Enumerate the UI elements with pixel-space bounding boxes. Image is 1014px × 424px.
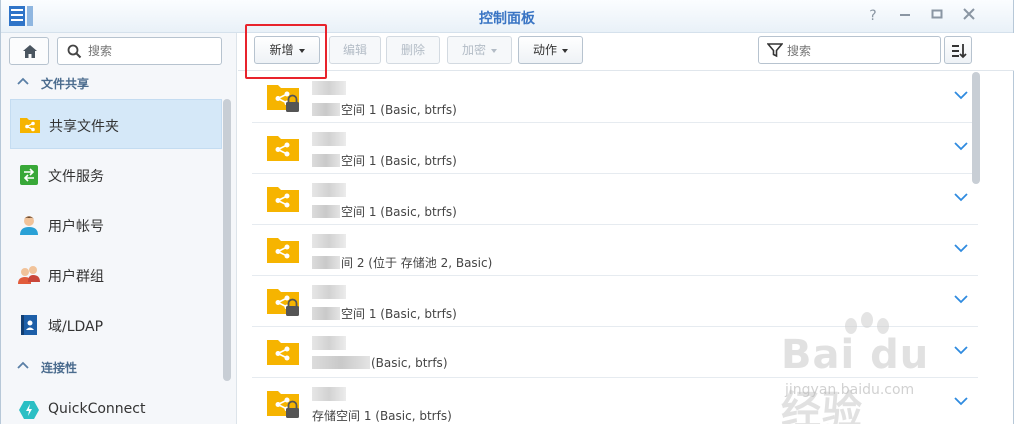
caret-down-icon [491, 48, 497, 53]
section-file-sharing[interactable]: 文件共享 [1, 71, 221, 95]
edit-button[interactable]: 编辑 [329, 36, 381, 64]
sidebar-item-quickconnect[interactable]: QuickConnect [10, 385, 222, 424]
sidebar-scrollbar[interactable] [223, 99, 231, 381]
close-icon[interactable] [959, 6, 979, 26]
shared-folder-list: 空间 1 (Basic, btrfs) 空间 1 (Basic, btrfs) … [238, 72, 978, 424]
chevron-down-icon[interactable] [954, 90, 968, 100]
sidebar-item-domain-ldap[interactable]: 域/LDAP [10, 300, 222, 350]
sidebar-search-input[interactable] [88, 42, 214, 60]
chevron-up-icon [17, 77, 29, 85]
folder-name-redacted [312, 132, 346, 146]
folder-volume-desc: 存储空间 1 (Basic, btrfs) [312, 409, 452, 423]
chevron-down-icon[interactable] [954, 396, 968, 406]
create-button-label: 新增 [269, 43, 294, 57]
folder-name-redacted [312, 387, 346, 401]
shared-folder-icon [267, 340, 299, 365]
folder-volume-desc: 空间 1 (Basic, btrfs) [312, 101, 457, 118]
folder-volume-desc: 空间 1 (Basic, btrfs) [312, 152, 457, 169]
section-connectivity[interactable]: 连接性 [1, 355, 221, 379]
chevron-down-icon[interactable] [954, 345, 968, 355]
file-services-icon [20, 165, 38, 185]
list-item[interactable]: 间 2 (位于 存储池 2, Basic) [252, 225, 978, 276]
shared-folder-icon [267, 85, 299, 112]
create-button[interactable]: 新增 [254, 36, 320, 64]
folder-name-redacted [312, 81, 346, 95]
minimize-icon[interactable] [895, 6, 915, 26]
search-icon [67, 44, 82, 59]
encrypt-button-label: 加密 [461, 43, 486, 57]
caret-down-icon [562, 48, 568, 53]
delete-button-label: 删除 [400, 43, 425, 57]
sidebar-item-file-services[interactable]: 文件服务 [10, 150, 222, 200]
title-bar[interactable]: 控制面板 ? [1, 0, 1013, 33]
shared-folder-icon [267, 187, 299, 212]
chevron-down-icon[interactable] [954, 141, 968, 151]
folder-name-redacted [312, 234, 346, 248]
domain-ldap-icon [21, 315, 37, 335]
sidebar-search[interactable] [57, 37, 222, 65]
toolbar: 新增 编辑 删除 加密 动作 [238, 33, 1014, 71]
section-label: 文件共享 [41, 77, 90, 91]
list-item[interactable]: (Basic, btrfs) [252, 327, 978, 378]
list-scrollbar[interactable] [972, 72, 980, 184]
shared-folder-icon [267, 391, 299, 418]
action-button-label: 动作 [532, 43, 557, 57]
sidebar-item-user-account[interactable]: 用户帐号 [10, 200, 222, 250]
filter-search[interactable] [758, 36, 941, 64]
folder-volume-desc: 空间 1 (Basic, btrfs) [312, 203, 457, 220]
filter-search-input[interactable] [787, 42, 935, 59]
maximize-icon[interactable] [927, 6, 947, 26]
delete-button[interactable]: 删除 [386, 36, 440, 64]
sidebar-item-label: 域/LDAP [48, 319, 104, 335]
chevron-down-icon[interactable] [954, 294, 968, 304]
list-item[interactable]: 空间 1 (Basic, btrfs) [252, 174, 978, 225]
help-icon[interactable]: ? [863, 6, 883, 26]
user-icon [20, 216, 38, 235]
shared-folder-icon [267, 136, 299, 161]
folder-volume-desc: 间 2 (位于 存储池 2, Basic) [312, 254, 492, 271]
sidebar-item-shared-folder[interactable]: 共享文件夹 [10, 99, 222, 149]
quickconnect-icon [19, 401, 39, 419]
filter-icon [767, 43, 783, 58]
list-item[interactable]: 空间 1 (Basic, btrfs) [252, 123, 978, 174]
folder-volume-desc: (Basic, btrfs) [312, 356, 448, 370]
shared-folder-icon [267, 238, 299, 263]
edit-button-label: 编辑 [342, 43, 367, 57]
action-button[interactable]: 动作 [518, 36, 583, 64]
shared-folder-icon [20, 118, 40, 133]
list-item[interactable]: 空间 1 (Basic, btrfs) [252, 72, 978, 123]
chevron-up-icon [17, 361, 29, 369]
sort-button[interactable] [944, 36, 972, 64]
sidebar-item-label: 共享文件夹 [49, 119, 119, 135]
sidebar-item-label: QuickConnect [48, 401, 146, 417]
folder-name-redacted [312, 336, 346, 350]
control-panel-window: 控制面板 ? 文件共享 [0, 0, 1014, 424]
sidebar: 文件共享 共享文件夹 文件服务 用户帐号 [1, 33, 237, 424]
window-title: 控制面板 [479, 11, 535, 27]
folder-name-redacted [312, 183, 346, 197]
folder-name-redacted [312, 285, 346, 299]
chevron-down-icon[interactable] [954, 192, 968, 202]
sidebar-item-user-group[interactable]: 用户群组 [10, 250, 222, 300]
section-label: 连接性 [41, 361, 78, 375]
group-icon [18, 266, 40, 284]
home-button[interactable] [9, 37, 49, 65]
shared-folder-icon [267, 289, 299, 316]
sidebar-item-label: 用户帐号 [48, 219, 104, 235]
encrypt-button[interactable]: 加密 [447, 36, 512, 64]
list-item[interactable]: 空间 1 (Basic, btrfs) [252, 276, 978, 327]
sort-icon [952, 44, 967, 59]
home-icon [23, 45, 37, 58]
chevron-down-icon[interactable] [954, 243, 968, 253]
sidebar-item-label: 文件服务 [48, 169, 104, 185]
sidebar-item-label: 用户群组 [48, 269, 104, 285]
folder-volume-desc: 空间 1 (Basic, btrfs) [312, 305, 457, 322]
caret-down-icon [298, 48, 305, 53]
list-item[interactable]: 存储空间 1 (Basic, btrfs) [252, 378, 978, 424]
